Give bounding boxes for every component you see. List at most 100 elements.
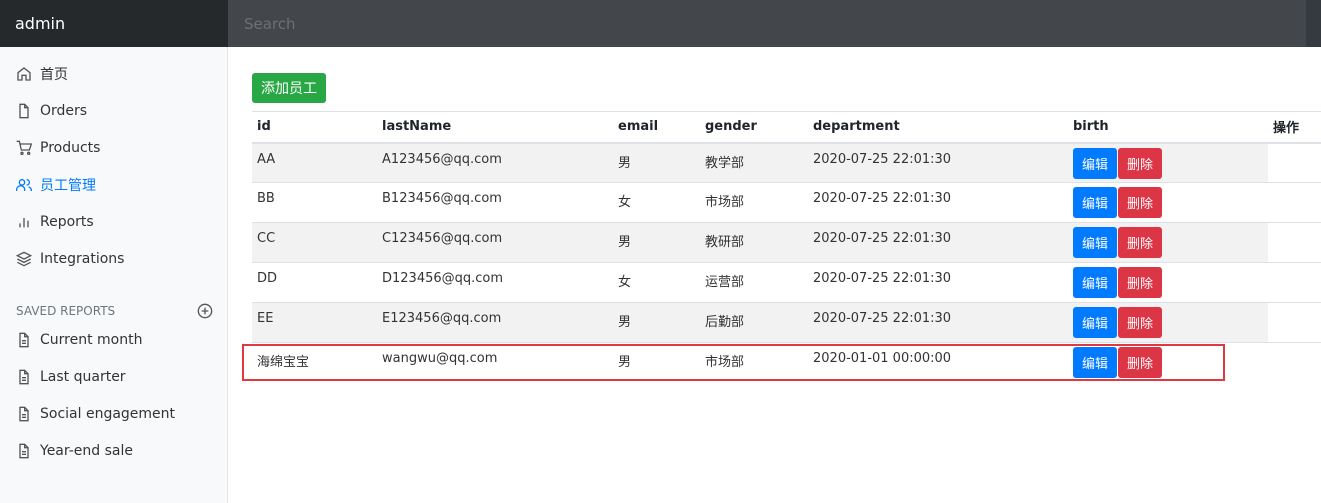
- edit-button[interactable]: 编辑: [1073, 307, 1118, 338]
- column-header-gender: gender: [700, 111, 808, 144]
- cart-icon: [16, 140, 32, 156]
- delete-button[interactable]: 删除: [1118, 307, 1163, 338]
- sidebar-item-products[interactable]: Products: [16, 136, 100, 160]
- saved-report-label: Last quarter: [40, 369, 126, 385]
- cell-gender: 教研部: [700, 222, 808, 263]
- saved-reports-heading: SAVED REPORTS: [16, 302, 213, 320]
- cell-department: 2020-07-25 22:01:30: [808, 182, 1068, 223]
- cell-department: 2020-07-25 22:01:30: [808, 142, 1068, 183]
- users-icon: [16, 177, 32, 193]
- saved-report-label: Current month: [40, 332, 143, 348]
- file-text-icon: [16, 406, 32, 422]
- table-row: BB B123456@qq.com 女 市场部 2020-07-25 22:01…: [252, 182, 1321, 223]
- column-header-lastname: lastName: [377, 111, 613, 144]
- cell-email: 女: [613, 182, 700, 223]
- cell-email: 男: [613, 342, 700, 383]
- edit-button[interactable]: 编辑: [1073, 227, 1118, 258]
- column-header-birth: birth: [1068, 111, 1268, 144]
- sidebar-item-label: Products: [40, 140, 101, 156]
- cell-empty: [1268, 342, 1321, 383]
- add-employee-button[interactable]: 添加员工: [252, 73, 326, 103]
- cell-id: AA: [252, 142, 377, 183]
- cell-lastname: B123456@qq.com: [377, 182, 613, 223]
- cell-gender: 教学部: [700, 142, 808, 183]
- sidebar-item-label: 首页: [40, 67, 68, 83]
- delete-button[interactable]: 删除: [1118, 347, 1163, 378]
- column-header-actions: 操作: [1268, 111, 1321, 144]
- sidebar: 首页 Orders Products 员工管理 Reports Integrat…: [0, 47, 228, 503]
- cell-lastname: C123456@qq.com: [377, 222, 613, 263]
- cell-email: 男: [613, 222, 700, 263]
- cell-department: 2020-07-25 22:01:30: [808, 262, 1068, 303]
- table-row: DD D123456@qq.com 女 运营部 2020-07-25 22:01…: [252, 262, 1321, 303]
- cell-actions: 编辑 删除: [1068, 222, 1268, 263]
- cell-department: 2020-07-25 22:01:30: [808, 222, 1068, 263]
- top-navbar: admin: [0, 0, 1321, 47]
- table-row: AA A123456@qq.com 男 教学部 2020-07-25 22:01…: [252, 142, 1321, 183]
- sidebar-item-home[interactable]: 首页: [16, 62, 68, 86]
- cell-id: 海绵宝宝: [252, 342, 377, 383]
- cell-id: BB: [252, 182, 377, 223]
- brand-logo[interactable]: admin: [0, 0, 228, 47]
- cell-id: CC: [252, 222, 377, 263]
- delete-button[interactable]: 删除: [1118, 227, 1163, 258]
- edit-button[interactable]: 编辑: [1073, 347, 1118, 378]
- cell-actions: 编辑 删除: [1068, 142, 1268, 183]
- column-header-department: department: [808, 111, 1068, 144]
- cell-gender: 市场部: [700, 182, 808, 223]
- table-row: 海绵宝宝 wangwu@qq.com 男 市场部 2020-01-01 00:0…: [252, 342, 1321, 383]
- file-text-icon: [16, 443, 32, 459]
- table-row: CC C123456@qq.com 男 教研部 2020-07-25 22:01…: [252, 222, 1321, 263]
- column-header-email: email: [613, 111, 700, 144]
- cell-gender: 后勤部: [700, 302, 808, 343]
- cell-department: 2020-01-01 00:00:00: [808, 342, 1068, 383]
- saved-reports-title: SAVED REPORTS: [16, 304, 116, 318]
- cell-lastname: E123456@qq.com: [377, 302, 613, 343]
- file-text-icon: [16, 332, 32, 348]
- saved-report-label: Social engagement: [40, 406, 176, 422]
- edit-button[interactable]: 编辑: [1073, 267, 1118, 298]
- home-icon: [16, 66, 32, 82]
- cell-email: 女: [613, 262, 700, 303]
- sidebar-item-reports[interactable]: Reports: [16, 210, 94, 234]
- sidebar-item-employees[interactable]: 员工管理: [16, 173, 96, 197]
- table-header-row: id lastName email gender department birt…: [252, 111, 1321, 144]
- sidebar-item-label: Orders: [40, 103, 88, 119]
- employee-table: id lastName email gender department birt…: [252, 111, 1321, 383]
- saved-report-last-quarter[interactable]: Last quarter: [16, 365, 126, 389]
- cell-empty: [1268, 142, 1321, 183]
- cell-actions: 编辑 删除: [1068, 302, 1268, 343]
- cell-lastname: D123456@qq.com: [377, 262, 613, 303]
- saved-report-social-engagement[interactable]: Social engagement: [16, 402, 175, 426]
- column-header-id: id: [252, 111, 377, 144]
- sidebar-item-label: Reports: [40, 214, 94, 230]
- saved-report-current-month[interactable]: Current month: [16, 328, 142, 352]
- cell-lastname: wangwu@qq.com: [377, 342, 613, 383]
- sidebar-item-integrations[interactable]: Integrations: [16, 247, 124, 271]
- cell-gender: 运营部: [700, 262, 808, 303]
- cell-lastname: A123456@qq.com: [377, 142, 613, 183]
- layers-icon: [16, 251, 32, 267]
- cell-empty: [1268, 262, 1321, 303]
- cell-id: DD: [252, 262, 377, 303]
- cell-empty: [1268, 182, 1321, 223]
- sidebar-item-orders[interactable]: Orders: [16, 99, 87, 123]
- cell-email: 男: [613, 142, 700, 183]
- cell-actions: 编辑 删除: [1068, 182, 1268, 223]
- delete-button[interactable]: 删除: [1118, 187, 1163, 218]
- cell-gender: 市场部: [700, 342, 808, 383]
- cell-id: EE: [252, 302, 377, 343]
- file-text-icon: [16, 369, 32, 385]
- saved-report-year-end-sale[interactable]: Year-end sale: [16, 439, 133, 463]
- sidebar-item-label: Integrations: [40, 251, 125, 267]
- file-icon: [16, 103, 32, 119]
- search-input[interactable]: [228, 0, 1306, 47]
- cell-department: 2020-07-25 22:01:30: [808, 302, 1068, 343]
- cell-actions: 编辑 删除: [1068, 262, 1268, 303]
- edit-button[interactable]: 编辑: [1073, 147, 1118, 179]
- delete-button[interactable]: 删除: [1118, 267, 1163, 298]
- cell-email: 男: [613, 302, 700, 343]
- edit-button[interactable]: 编辑: [1073, 187, 1118, 218]
- delete-button[interactable]: 删除: [1118, 147, 1163, 179]
- add-report-icon[interactable]: [197, 303, 213, 319]
